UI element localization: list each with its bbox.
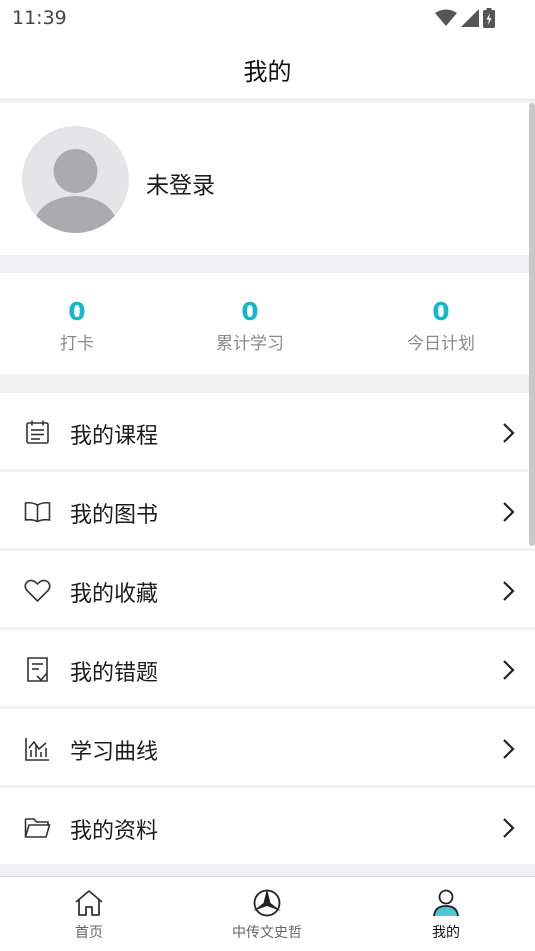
status-bar: 11:39 xyxy=(0,0,535,36)
stat-label: 累计学习 xyxy=(216,334,284,354)
chevron-right-icon xyxy=(503,581,515,601)
chevron-right-icon xyxy=(503,739,515,759)
avatar[interactable] xyxy=(22,126,129,233)
chevron-right-icon xyxy=(503,502,515,522)
top-app-bar: 我的 xyxy=(0,36,535,100)
menu-item-label: 我的课程 xyxy=(70,424,159,449)
signal-icon xyxy=(461,9,479,27)
folder-icon xyxy=(24,818,51,838)
menu-item-my-favorites[interactable]: 我的收藏 xyxy=(0,551,535,630)
profile-card[interactable]: 未登录 xyxy=(0,103,535,255)
menu-item-my-books[interactable]: 我的图书 xyxy=(0,472,535,551)
chevron-right-icon xyxy=(503,423,515,443)
notes-icon xyxy=(27,657,48,682)
wifi-icon xyxy=(435,9,457,26)
stat-checkin[interactable]: 0 打卡 xyxy=(37,297,117,354)
tab-mine[interactable]: 我的 xyxy=(386,887,506,942)
menu-item-my-courses[interactable]: 我的课程 xyxy=(0,393,535,472)
stat-value: 0 xyxy=(68,297,86,326)
tab-home[interactable]: 首页 xyxy=(29,887,149,942)
status-time: 11:39 xyxy=(12,7,67,29)
login-status-text[interactable]: 未登录 xyxy=(146,166,215,200)
user-icon xyxy=(433,889,459,917)
menu-item-label: 我的资料 xyxy=(70,819,159,844)
book-icon xyxy=(24,501,51,523)
stat-value: 0 xyxy=(241,297,259,326)
default-avatar-icon xyxy=(32,149,119,233)
chevron-right-icon xyxy=(503,818,515,838)
bottom-navigation: 首页 中传文史哲 我的 xyxy=(0,876,535,951)
battery-icon xyxy=(483,8,495,28)
tab-label: 首页 xyxy=(75,925,103,941)
stat-label: 打卡 xyxy=(60,334,94,354)
stat-value: 0 xyxy=(432,297,450,326)
menu-item-label: 我的收藏 xyxy=(70,582,159,607)
calendar-icon xyxy=(26,420,49,444)
menu-item-label: 学习曲线 xyxy=(70,740,159,765)
tab-brand[interactable]: 中传文史哲 xyxy=(207,887,327,942)
menu-item-my-materials[interactable]: 我的资料 xyxy=(0,788,535,867)
menu-item-label: 我的图书 xyxy=(70,503,159,528)
chart-icon xyxy=(25,738,49,761)
chevron-right-icon xyxy=(503,660,515,680)
stat-total-study[interactable]: 0 累计学习 xyxy=(200,297,300,354)
stat-today-plan[interactable]: 0 今日计划 xyxy=(391,297,491,354)
scrollbar[interactable] xyxy=(529,103,535,546)
tab-label: 我的 xyxy=(432,925,460,941)
menu-item-learning-curve[interactable]: 学习曲线 xyxy=(0,709,535,788)
menu-item-my-mistakes[interactable]: 我的错题 xyxy=(0,630,535,709)
menu-list: 我的课程 我的图书 我的收藏 我的错题 学习曲线 我的资料 xyxy=(0,393,535,867)
page-title: 我的 xyxy=(243,58,292,86)
status-icons xyxy=(435,8,495,28)
menu-item-label: 我的错题 xyxy=(70,661,159,686)
home-icon xyxy=(75,890,103,916)
stats-card: 0 打卡 0 累计学习 0 今日计划 xyxy=(0,273,535,374)
stat-label: 今日计划 xyxy=(407,334,475,354)
heart-icon xyxy=(24,579,51,603)
tab-label: 中传文史哲 xyxy=(232,925,302,941)
brand-logo-icon xyxy=(253,889,281,917)
